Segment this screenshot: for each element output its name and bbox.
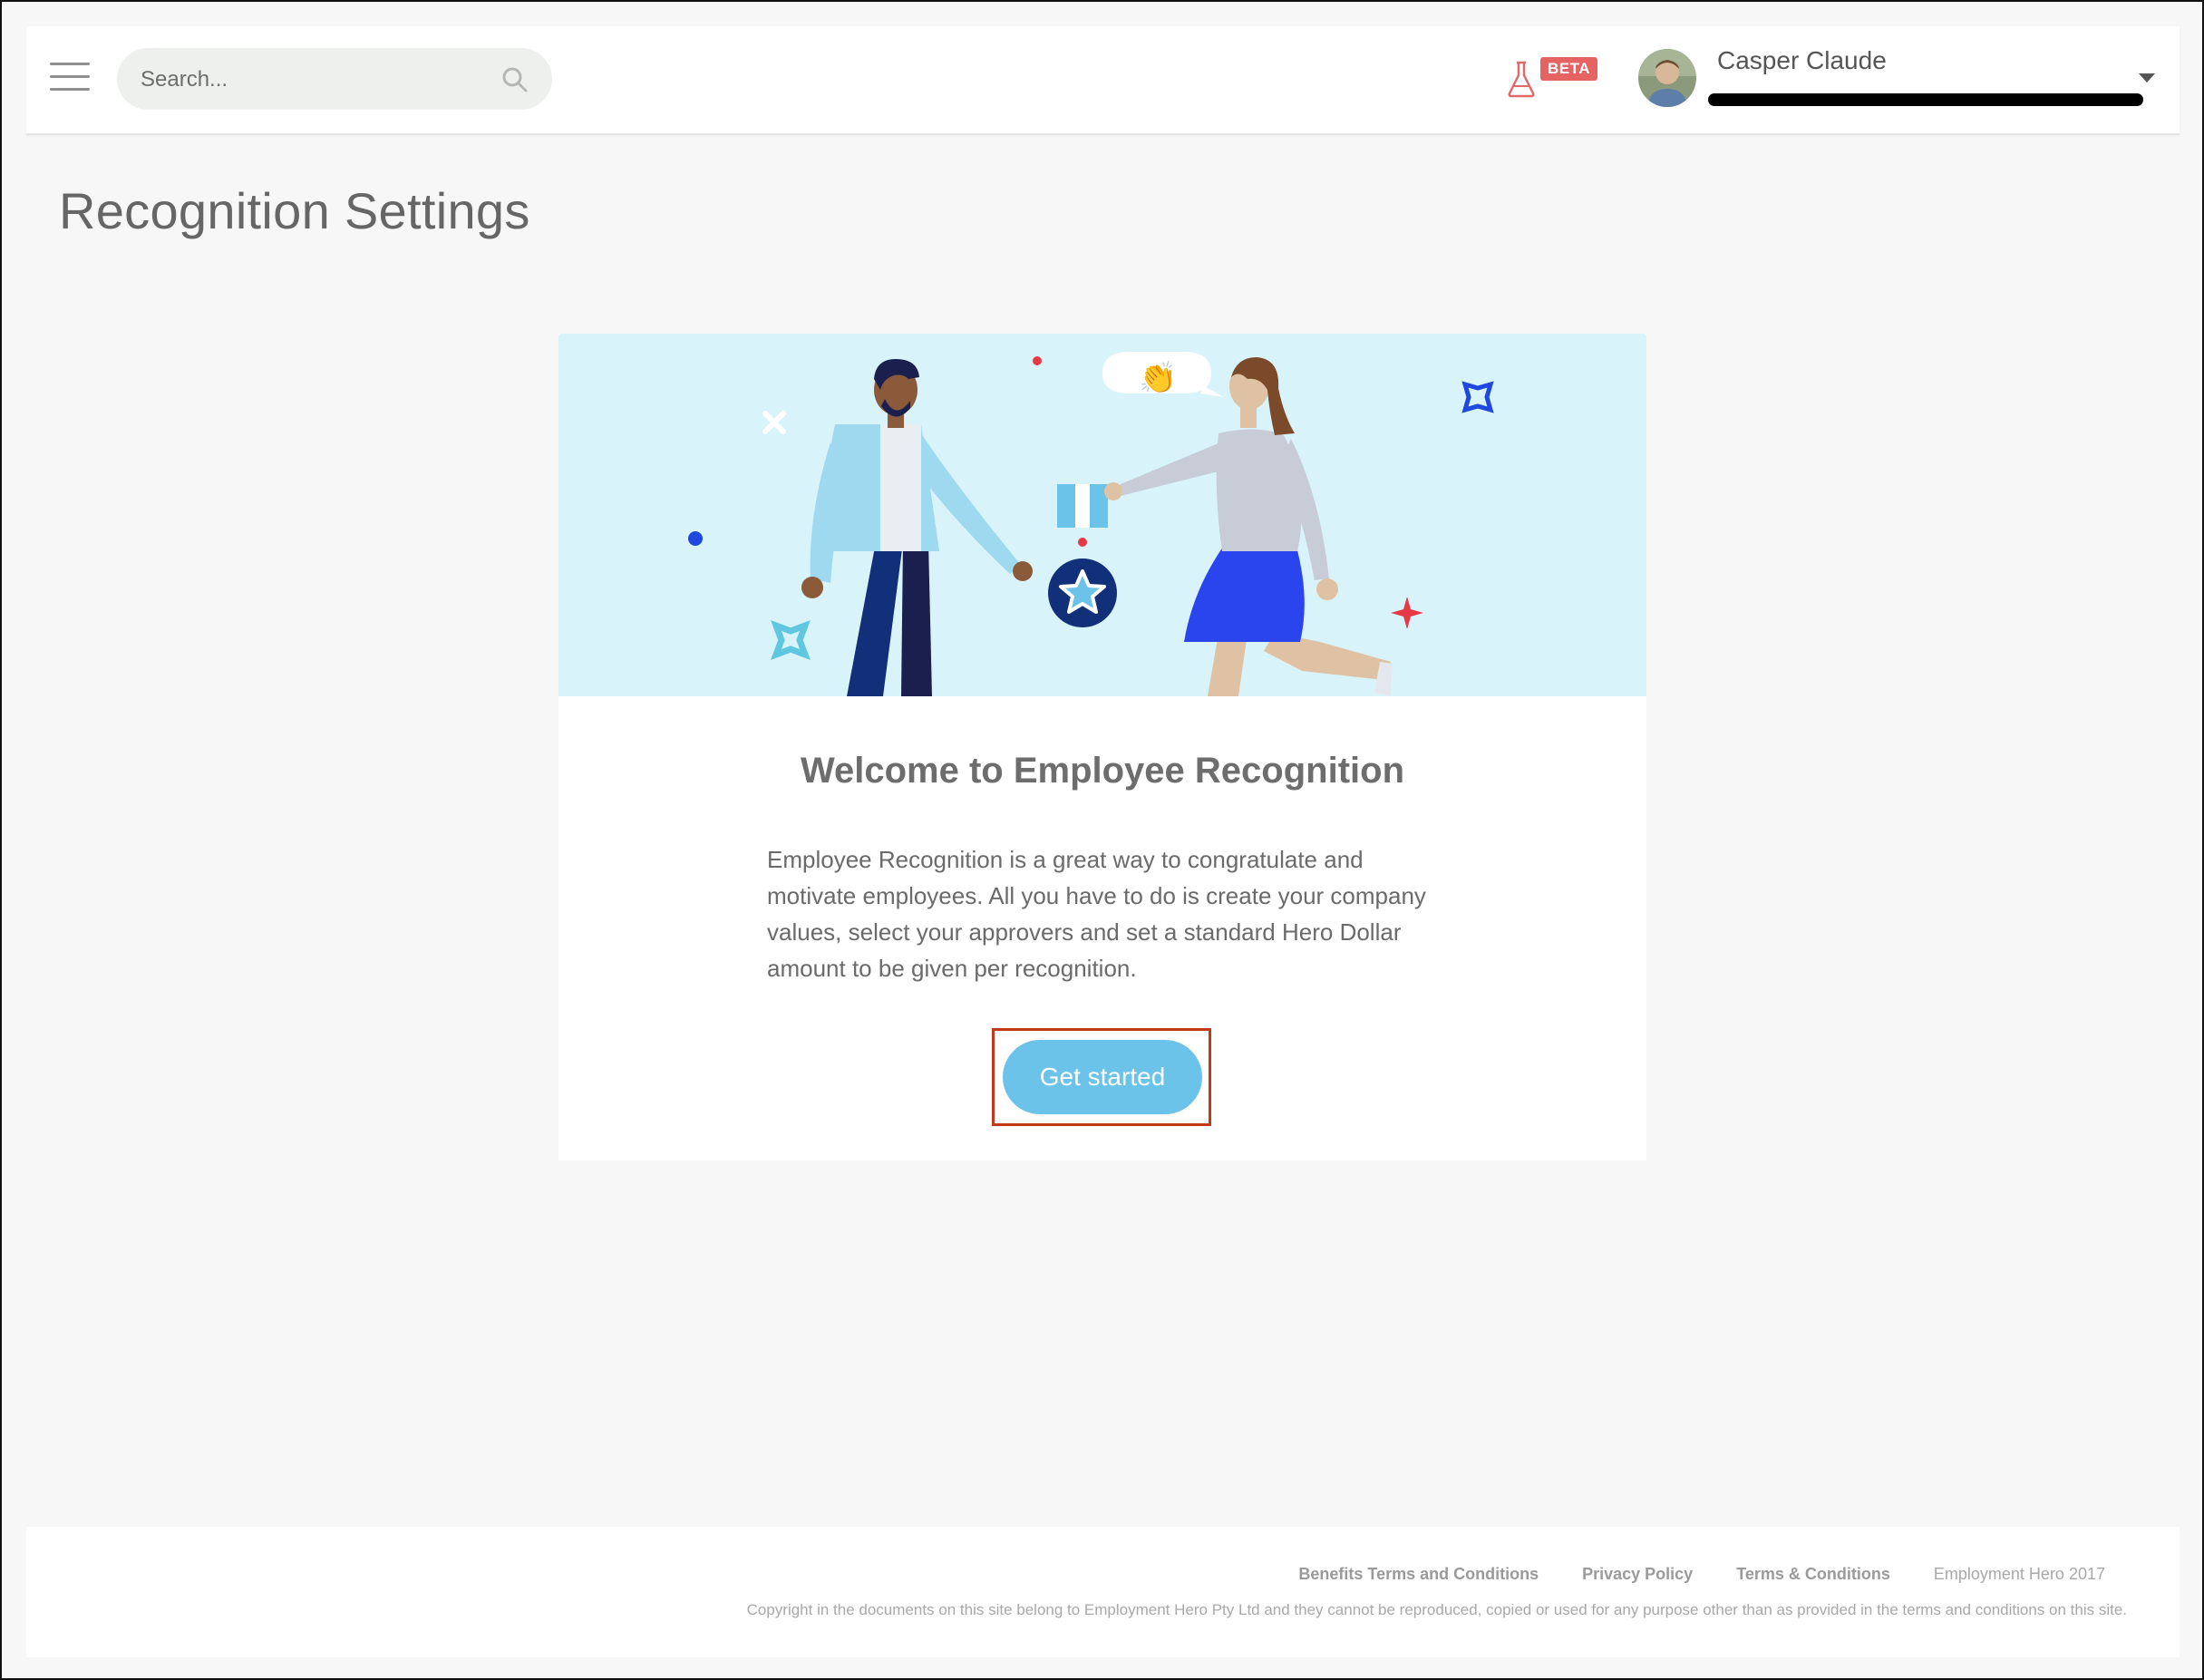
sparkle-x-icon <box>762 411 786 434</box>
page-footer: Benefits Terms and Conditions Privacy Po… <box>26 1527 2180 1657</box>
man-figure <box>801 359 1033 696</box>
woman-figure <box>1104 357 1393 696</box>
card-title: Welcome to Employee Recognition <box>800 751 1405 791</box>
clapping-speech-bubble: 👏 <box>1102 352 1224 397</box>
footer-copyright: Copyright in the documents on this site … <box>746 1601 2127 1618</box>
app-window: BETA Casper Claude Recognition Settings <box>0 0 2204 1680</box>
medal-icon <box>1048 484 1117 627</box>
search-icon[interactable] <box>501 66 529 93</box>
welcome-card: 👏 Welcome to Employee Recognition Employ… <box>558 334 1646 1160</box>
footer-brand: Employment Hero 2017 <box>1933 1565 2105 1583</box>
chevron-down-icon[interactable] <box>2139 73 2155 83</box>
sparkle-star-icon <box>1391 597 1423 629</box>
footer-links: Benefits Terms and Conditions Privacy Po… <box>1298 1565 2105 1584</box>
footer-link-benefits-terms[interactable]: Benefits Terms and Conditions <box>1298 1565 1539 1584</box>
beta-features[interactable]: BETA <box>1506 57 1598 102</box>
menu-icon[interactable] <box>50 63 90 93</box>
page-title: Recognition Settings <box>59 182 530 239</box>
get-started-button[interactable]: Get started <box>1003 1040 1202 1114</box>
user-avatar[interactable] <box>1638 49 1696 107</box>
search-input[interactable] <box>139 48 487 112</box>
redacted-user-email <box>1708 93 2143 106</box>
user-name[interactable]: Casper Claude <box>1717 46 1887 75</box>
footer-link-privacy-policy[interactable]: Privacy Policy <box>1582 1565 1693 1584</box>
card-description: Employee Recognition is a great way to c… <box>767 846 1426 982</box>
sparkle-square-icon <box>771 620 811 660</box>
beta-badge: BETA <box>1540 57 1598 81</box>
sparkle-square-icon <box>1461 381 1494 413</box>
top-header: BETA Casper Claude <box>26 26 2180 135</box>
search-bar <box>117 48 552 112</box>
footer-link-terms-conditions[interactable]: Terms & Conditions <box>1736 1565 1890 1584</box>
recognition-illustration: 👏 <box>558 334 1646 696</box>
flask-icon <box>1508 61 1535 98</box>
svg-text:👏: 👏 <box>1139 360 1177 396</box>
